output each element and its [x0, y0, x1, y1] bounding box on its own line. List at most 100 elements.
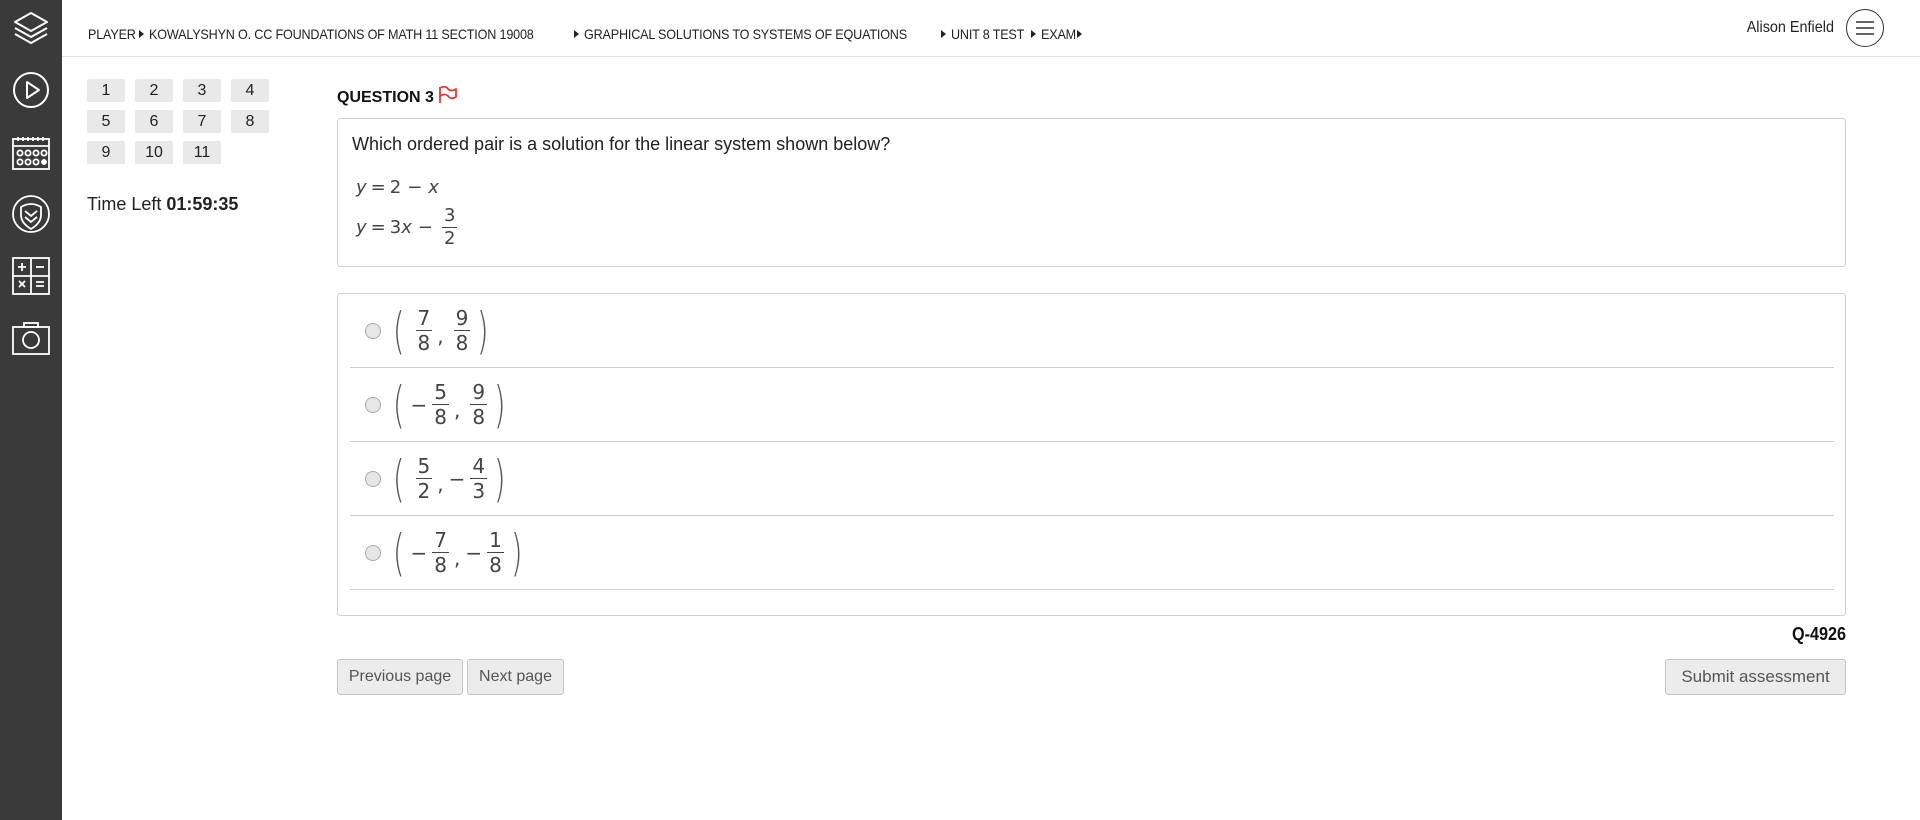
- caret-right-icon: [574, 30, 580, 38]
- equation-1: y = 2 − x: [356, 177, 439, 198]
- x-fraction: 52: [415, 454, 433, 503]
- question-box: Which ordered pair is a solution for the…: [337, 118, 1846, 267]
- x-denominator: 8: [432, 552, 450, 577]
- right-paren: ): [494, 449, 506, 508]
- equation-2: y = 3 x − 3 2: [356, 205, 460, 250]
- x-denominator: 2: [415, 478, 433, 503]
- x-sign: −: [410, 540, 428, 565]
- time-left-label: Time Left: [87, 194, 162, 214]
- x-fraction: 58: [432, 380, 450, 429]
- left-paren: (: [392, 449, 405, 508]
- question-nav-item[interactable]: 6: [135, 110, 173, 133]
- breadcrumb-test[interactable]: UNIT 8 TEST: [951, 26, 1024, 42]
- question-title-text: QUESTION 3: [337, 88, 434, 106]
- question-nav-item[interactable]: 8: [231, 110, 269, 133]
- eq2-equals: =: [370, 217, 386, 238]
- question-nav-item[interactable]: 7: [183, 110, 221, 133]
- x-fraction: 78: [415, 306, 433, 355]
- caret-right-icon: [941, 30, 947, 38]
- left-paren: (: [392, 523, 405, 582]
- question-nav-item[interactable]: 10: [135, 141, 173, 164]
- camera-icon[interactable]: [0, 310, 62, 366]
- user-name[interactable]: Alison Enfield: [1747, 19, 1834, 37]
- y-numerator: 9: [472, 380, 486, 404]
- y-sign: −: [465, 540, 483, 565]
- submit-assessment-button[interactable]: Submit assessment: [1665, 659, 1846, 695]
- question-nav-item[interactable]: 3: [183, 79, 221, 102]
- previous-page-button[interactable]: Previous page: [337, 659, 463, 695]
- ordered-pair: ( − 78 , − 18 ): [389, 528, 526, 578]
- left-paren: (: [392, 375, 405, 434]
- question-nav-item[interactable]: 4: [231, 79, 269, 102]
- left-rail: [0, 0, 62, 820]
- calendar-icon[interactable]: [0, 124, 62, 180]
- comma: ,: [454, 397, 461, 422]
- answer-choices: ( 78 , 98 ) ( − 58 , 98 ) ( 52 , − 43) …: [337, 293, 1846, 616]
- eq2-denominator: 2: [441, 227, 458, 249]
- badge-icon[interactable]: [0, 186, 62, 242]
- y-fraction: 18: [487, 528, 504, 577]
- x-denominator: 8: [432, 404, 450, 429]
- eq2-numerator: 3: [443, 205, 456, 226]
- y-denominator: 8: [453, 330, 471, 355]
- answer-choice[interactable]: ( − 58 , 98 ): [350, 368, 1834, 442]
- left-paren: (: [392, 301, 405, 360]
- breadcrumb: PLAYER KOWALYSHYN O. CC FOUNDATIONS OF M…: [88, 26, 1087, 42]
- eq2-fraction: 3 2: [441, 205, 458, 250]
- next-page-button[interactable]: Next page: [467, 659, 564, 695]
- question-nav-item[interactable]: 11: [183, 141, 221, 164]
- right-paren: ): [494, 375, 506, 434]
- eq1-y: y: [356, 177, 367, 198]
- question-nav-item[interactable]: 5: [87, 110, 125, 133]
- layers-icon[interactable]: [0, 0, 62, 56]
- play-icon[interactable]: [0, 62, 62, 118]
- eq2-minus: −: [417, 217, 433, 238]
- x-numerator: 7: [417, 306, 431, 330]
- eq1-minus: −: [407, 177, 423, 198]
- comma: ,: [437, 471, 444, 496]
- caret-right-icon: [139, 30, 145, 38]
- calculator-icon[interactable]: [0, 248, 62, 304]
- top-header: PLAYER KOWALYSHYN O. CC FOUNDATIONS OF M…: [62, 0, 1920, 57]
- radio-button[interactable]: [365, 396, 381, 413]
- answer-choice[interactable]: ( 52 , − 43 ): [350, 442, 1834, 516]
- time-left: Time Left 01:59:35: [87, 194, 238, 215]
- right-paren: ): [477, 301, 489, 360]
- x-fraction: 78: [432, 528, 450, 577]
- y-fraction: 43: [470, 454, 488, 503]
- menu-icon[interactable]: [1846, 9, 1884, 47]
- x-denominator: 8: [415, 330, 433, 355]
- y-sign: −: [448, 466, 466, 491]
- flag-icon[interactable]: [438, 85, 458, 109]
- y-denominator: 3: [470, 478, 488, 503]
- answer-choice[interactable]: ( − 78 , − 18 ): [350, 516, 1834, 590]
- question-nav-item[interactable]: 1: [87, 79, 125, 102]
- question-nav-item[interactable]: 2: [135, 79, 173, 102]
- eq1-x: x: [428, 177, 439, 198]
- question-nav-item[interactable]: 9: [87, 141, 125, 164]
- question-title: QUESTION 3: [337, 85, 458, 109]
- right-paren: ): [510, 523, 523, 582]
- answer-choice[interactable]: ( 78 , 98 ): [350, 294, 1834, 368]
- y-fraction: 98: [453, 306, 471, 355]
- eq1-const: 2: [389, 177, 402, 198]
- x-numerator: 7: [434, 528, 448, 552]
- question-id: Q-4926: [1791, 624, 1846, 644]
- x-numerator: 5: [417, 454, 431, 478]
- radio-button[interactable]: [365, 470, 381, 487]
- breadcrumb-course[interactable]: KOWALYSHYN O. CC FOUNDATIONS OF MATH 11 …: [149, 26, 534, 42]
- breadcrumb-player[interactable]: PLAYER: [88, 26, 136, 42]
- breadcrumb-exam[interactable]: EXAM: [1041, 26, 1076, 42]
- x-numerator: 5: [434, 380, 448, 404]
- ordered-pair: ( − 58 , 98 ): [389, 380, 510, 430]
- caret-right-icon: [1077, 30, 1083, 38]
- eq2-x: x: [401, 217, 412, 238]
- radio-button[interactable]: [365, 322, 381, 339]
- caret-right-icon: [1030, 30, 1036, 38]
- breadcrumb-unit[interactable]: GRAPHICAL SOLUTIONS TO SYSTEMS OF EQUATI…: [584, 26, 907, 42]
- comma: ,: [454, 545, 461, 570]
- y-denominator: 8: [470, 404, 488, 429]
- eq2-coef: 3: [389, 217, 402, 238]
- eq2-y: y: [356, 217, 367, 238]
- radio-button[interactable]: [365, 544, 381, 561]
